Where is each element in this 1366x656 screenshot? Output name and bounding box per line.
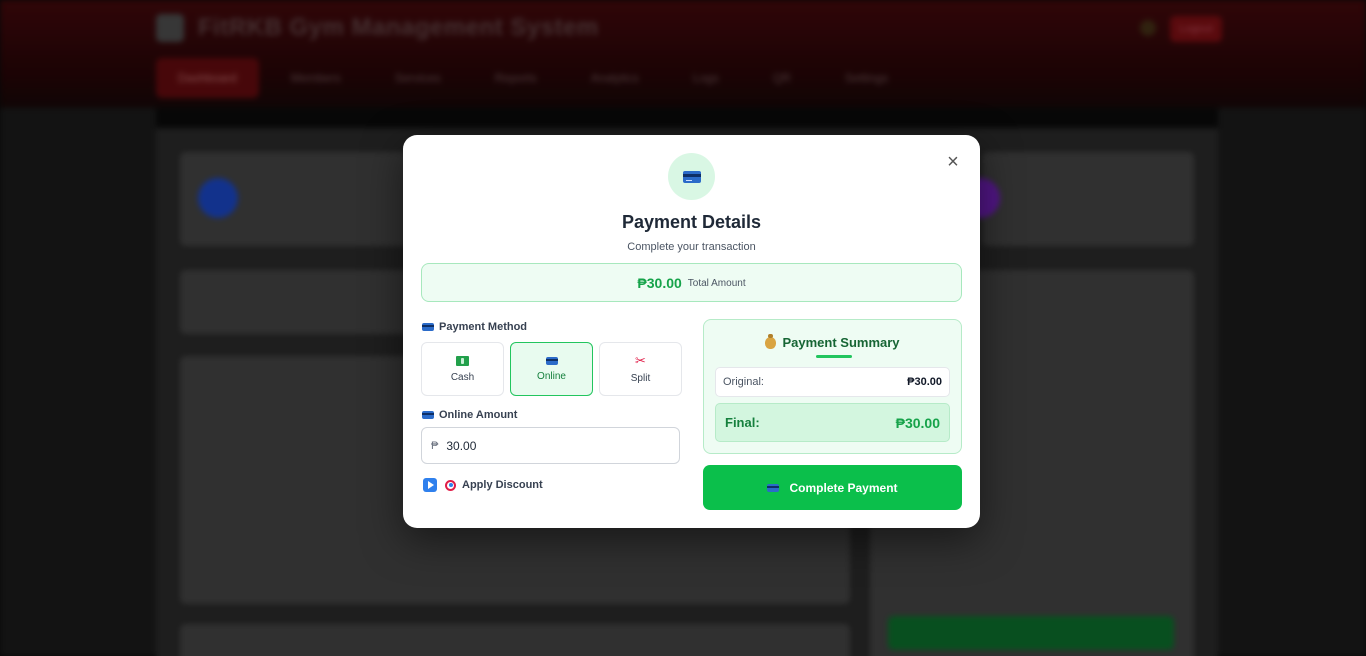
money-bag-icon <box>765 333 777 349</box>
currency-prefix: ₱ <box>431 439 439 452</box>
online-amount-input[interactable] <box>446 438 647 453</box>
final-label: Final: <box>725 415 760 430</box>
cash-icon <box>456 355 469 366</box>
credit-card-icon <box>422 411 434 419</box>
total-amount-box: ₱30.00 Total Amount <box>421 263 962 302</box>
online-amount-field[interactable]: ₱ <box>421 427 680 464</box>
complete-payment-button[interactable]: Complete Payment <box>703 465 962 510</box>
summary-underline <box>816 355 852 358</box>
scissors-icon: ✂ <box>635 353 646 368</box>
total-amount-label: Total Amount <box>687 278 746 289</box>
method-online-label: Online <box>537 370 566 382</box>
credit-card-icon <box>545 356 558 365</box>
method-cash-label: Cash <box>450 371 475 383</box>
online-amount-label: Online Amount <box>439 409 518 421</box>
modal-subtitle: Complete your transaction <box>627 241 756 253</box>
online-amount-heading: Online Amount <box>422 409 517 421</box>
complete-payment-label: Complete Payment <box>789 480 898 495</box>
payment-summary-card: Payment Summary Original: ₱30.00 Final: … <box>703 319 962 454</box>
method-cash-button[interactable]: Cash <box>421 342 504 396</box>
apply-discount-toggle[interactable]: Apply Discount <box>423 478 543 492</box>
play-icon[interactable] <box>423 478 437 492</box>
payment-summary-title: Payment Summary <box>782 335 900 350</box>
final-amount-row: Final: ₱30.00 <box>715 403 950 442</box>
payment-method-heading: Payment Method <box>422 321 527 333</box>
payment-method-label: Payment Method <box>439 321 528 333</box>
payment-summary-heading: Payment Summary <box>704 333 961 350</box>
close-icon[interactable]: × <box>944 152 962 172</box>
credit-card-icon <box>422 323 434 331</box>
payment-method-options: Cash Online ✂ Split <box>421 342 682 396</box>
original-label: Original: <box>723 376 764 388</box>
method-split-button[interactable]: ✂ Split <box>599 342 682 396</box>
original-amount-row: Original: ₱30.00 <box>715 367 950 397</box>
modal-title: Payment Details <box>621 212 762 232</box>
credit-card-icon <box>668 153 715 200</box>
method-split-label: Split <box>630 373 651 384</box>
target-icon <box>445 479 456 491</box>
total-amount: ₱30.00 <box>637 274 682 291</box>
apply-discount-label: Apply Discount <box>462 479 543 491</box>
original-value: ₱30.00 <box>907 376 942 388</box>
final-value: ₱30.00 <box>895 414 940 431</box>
method-online-button[interactable]: Online <box>510 342 593 396</box>
credit-card-icon <box>767 483 780 492</box>
payment-modal: × Payment Details Complete your transact… <box>403 135 980 528</box>
